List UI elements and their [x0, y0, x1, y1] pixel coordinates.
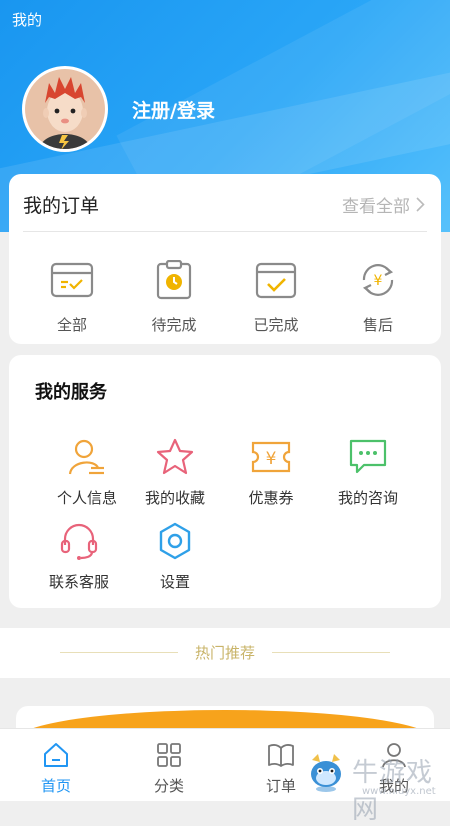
watermark-url: www.niuyx.net: [362, 786, 436, 797]
services-title: 我的服务: [35, 382, 107, 403]
hot-recommend-section: 热门推荐: [0, 628, 450, 678]
service-consultation[interactable]: 我的咨询: [318, 437, 418, 508]
service-label: 设置: [159, 573, 190, 591]
book-icon: [268, 744, 294, 767]
order-pending-label: 待完成: [151, 316, 197, 334]
mascot-logo-icon: [311, 754, 341, 792]
order-completed[interactable]: 已完成: [236, 260, 316, 335]
tab-label: 首页: [40, 777, 71, 795]
person-icon: [68, 439, 104, 475]
order-pending[interactable]: 待完成: [134, 260, 214, 335]
service-customer-support[interactable]: 联系客服: [29, 521, 129, 592]
svg-text:¥: ¥: [266, 449, 277, 469]
service-label: 我的收藏: [144, 489, 205, 507]
tab-label: 分类: [153, 777, 184, 795]
order-all-label: 全部: [56, 316, 87, 334]
chat-icon: [349, 439, 387, 474]
coupon-icon: ¥: [251, 441, 291, 473]
box-check-icon: [50, 262, 94, 298]
service-label: 我的咨询: [337, 489, 398, 507]
services-card: 我的服务 个人信息 我的收藏 ¥ 优惠券 我的咨询 联系客服 设置: [9, 355, 441, 608]
grid-icon: [157, 743, 181, 767]
calendar-check-icon: [255, 262, 297, 299]
gear-icon: [159, 522, 191, 560]
star-icon: [156, 438, 194, 475]
svg-text:¥: ¥: [374, 273, 383, 289]
clipboard-pending-icon: [156, 260, 192, 300]
service-personal-info[interactable]: 个人信息: [37, 437, 137, 508]
view-all-orders-link[interactable]: 查看全部: [342, 192, 425, 217]
yuan-refund-icon: ¥: [362, 264, 394, 296]
tab-home[interactable]: 首页: [11, 741, 101, 796]
service-coupons[interactable]: ¥ 优惠券: [221, 437, 321, 508]
chevron-right-icon: [416, 197, 425, 212]
avatar[interactable]: [22, 66, 108, 152]
service-favorites[interactable]: 我的收藏: [125, 437, 225, 508]
service-label: 个人信息: [56, 489, 117, 507]
view-all-label: 查看全部: [342, 197, 410, 217]
login-register-link[interactable]: 注册/登录: [132, 96, 215, 123]
orders-title: 我的订单: [23, 195, 100, 217]
headset-icon: [60, 523, 98, 560]
order-after-sales-label: 售后: [362, 316, 393, 334]
service-settings[interactable]: 设置: [125, 521, 225, 592]
order-all[interactable]: 全部: [32, 260, 112, 335]
order-completed-label: 已完成: [253, 316, 299, 334]
orders-card: 我的订单 查看全部 全部 待完成 已完成 ¥ 售后: [9, 174, 441, 344]
service-label: 优惠券: [248, 489, 294, 507]
tab-categories[interactable]: 分类: [124, 741, 214, 796]
service-label: 联系客服: [48, 573, 109, 591]
status-title: 我的: [12, 11, 43, 29]
avatar-image: [25, 69, 105, 149]
divider: [272, 652, 390, 653]
order-after-sales[interactable]: ¥ 售后: [338, 260, 418, 335]
divider: [23, 231, 427, 232]
watermark: 牛游戏网 www.niuyx.net: [300, 746, 450, 825]
home-icon: [44, 743, 68, 767]
